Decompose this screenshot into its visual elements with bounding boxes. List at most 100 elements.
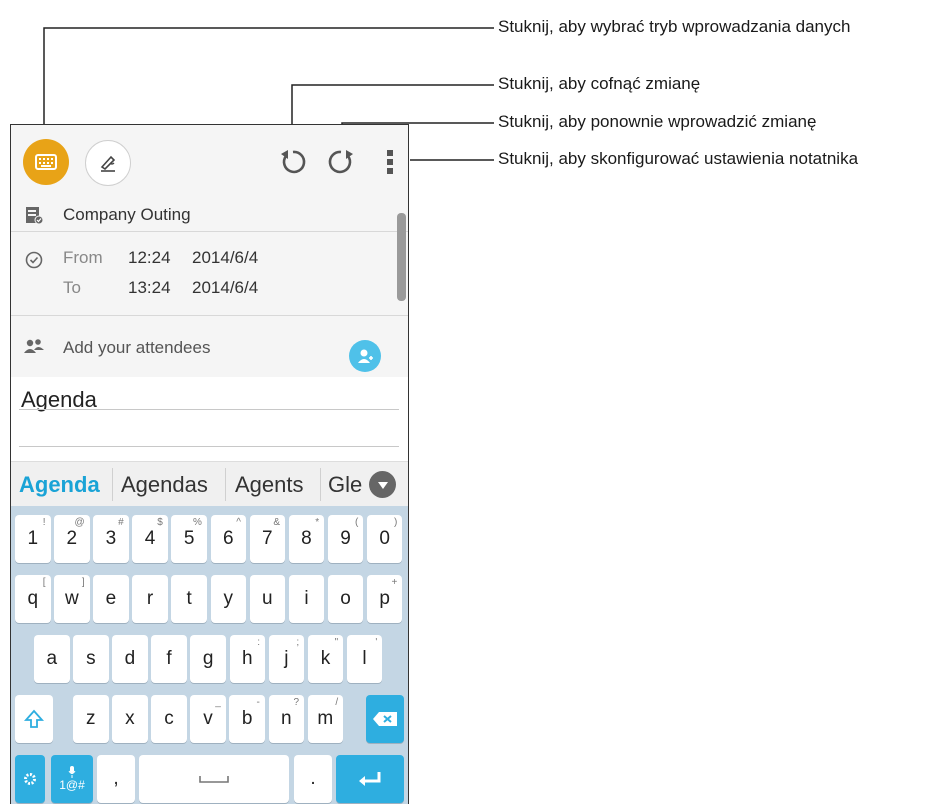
from-time[interactable]: 12:24 xyxy=(128,248,171,268)
backspace-key[interactable] xyxy=(366,695,404,743)
key-hint: @ xyxy=(74,517,85,528)
key-label: w xyxy=(64,588,79,609)
key-label: h xyxy=(241,648,253,669)
key-f[interactable]: f xyxy=(151,635,187,683)
undo-button[interactable] xyxy=(276,145,310,179)
key-h[interactable]: h: xyxy=(229,635,265,683)
enter-key[interactable] xyxy=(336,755,404,803)
key-label: n xyxy=(280,708,292,729)
more-options-button[interactable] xyxy=(379,145,401,179)
key-o[interactable]: o xyxy=(327,575,364,623)
space-key[interactable] xyxy=(139,755,289,803)
key-e[interactable]: e xyxy=(93,575,129,623)
divider xyxy=(112,468,113,501)
key-c[interactable]: c xyxy=(151,695,187,743)
from-date[interactable]: 2014/6/4 xyxy=(192,248,258,268)
key-4[interactable]: 4 $ xyxy=(132,515,168,563)
expand-suggestions-button[interactable] xyxy=(369,471,396,498)
handwriting-mode-button[interactable] xyxy=(85,140,131,186)
event-title-row[interactable]: Company Outing xyxy=(11,201,408,229)
key-p[interactable]: p + xyxy=(366,575,403,623)
key-6[interactable]: 6 ^ xyxy=(210,515,246,563)
notes-editor[interactable]: Agenda xyxy=(11,377,408,461)
suggestion-2[interactable]: Agendas xyxy=(121,462,208,507)
key-label: t xyxy=(186,588,192,609)
comma-key[interactable]: , xyxy=(97,755,135,803)
key-1[interactable]: 1! xyxy=(15,515,51,563)
keyboard-icon xyxy=(35,154,57,170)
key-r[interactable]: r xyxy=(132,575,168,623)
key-q[interactable]: q[ xyxy=(15,575,51,623)
attendees-input[interactable]: Add your attendees xyxy=(63,338,210,358)
from-label: From xyxy=(63,248,103,267)
symbols-label: 1@# xyxy=(59,778,85,792)
key-label: m xyxy=(317,708,334,729)
add-attendee-button[interactable] xyxy=(349,340,381,372)
key-hint: ? xyxy=(293,697,299,708)
key-t[interactable]: t xyxy=(171,575,207,623)
key-i[interactable]: i xyxy=(288,575,325,623)
key-j[interactable]: j; xyxy=(268,635,305,683)
key-label: f xyxy=(166,648,172,669)
key-label: j xyxy=(284,648,289,669)
key-v[interactable]: v _ xyxy=(190,695,226,743)
key-label: c xyxy=(164,708,174,729)
key-9[interactable]: 9( xyxy=(327,515,364,563)
to-time[interactable]: 13:24 xyxy=(128,278,171,298)
key-7[interactable]: 7 & xyxy=(249,515,286,563)
key-n[interactable]: n? xyxy=(268,695,304,743)
settings-key[interactable] xyxy=(15,755,45,803)
key-hint: _ xyxy=(215,697,221,708)
key-x[interactable]: x xyxy=(112,695,148,743)
key-hint: # xyxy=(118,517,124,528)
pen-icon xyxy=(100,155,116,172)
key-s[interactable]: s xyxy=(73,635,109,683)
key-label: 7 xyxy=(262,528,273,549)
key-label: 6 xyxy=(222,528,234,549)
key-hint: ! xyxy=(42,517,46,528)
key-0[interactable]: 0) xyxy=(366,515,403,563)
key-label: a xyxy=(46,648,58,669)
key-label: 3 xyxy=(105,528,117,549)
key-label: q xyxy=(27,588,39,609)
suggestion-1[interactable]: Agenda xyxy=(19,462,100,507)
event-title: Company Outing xyxy=(63,205,191,224)
suggestion-3[interactable]: Agents xyxy=(235,462,304,507)
key-k[interactable]: k " xyxy=(307,635,344,683)
keyboard: 1! 2 @3 #4 $5% 6 ^ 7 & 8 * 9(0) q[w] e r t y u i o p + asdfg… xyxy=(11,506,408,804)
scrollbar[interactable] xyxy=(397,213,406,301)
key-hint: [ xyxy=(42,577,46,588)
key-hint: ; xyxy=(296,637,300,648)
key-a[interactable]: a xyxy=(34,635,70,683)
note-line xyxy=(19,446,399,447)
keyboard-mode-button[interactable] xyxy=(23,139,69,185)
key-label: d xyxy=(124,648,136,669)
gear-icon xyxy=(24,773,36,785)
to-date[interactable]: 2014/6/4 xyxy=(192,278,258,298)
key-u[interactable]: u xyxy=(249,575,286,623)
key-g[interactable]: g xyxy=(190,635,226,683)
shift-key[interactable] xyxy=(15,695,53,743)
key-8[interactable]: 8 * xyxy=(288,515,325,563)
symbols-key[interactable]: 1@# xyxy=(51,755,93,803)
key-b[interactable]: b- xyxy=(229,695,265,743)
key-hint: ] xyxy=(81,577,85,588)
key-5[interactable]: 5% xyxy=(171,515,207,563)
period-key[interactable]: . xyxy=(294,755,332,803)
key-hint: * xyxy=(315,517,320,528)
key-d[interactable]: d xyxy=(112,635,148,683)
key-m[interactable]: m / xyxy=(307,695,344,743)
key-l[interactable]: l ' xyxy=(346,635,383,683)
suggestion-4[interactable]: Gle xyxy=(328,462,366,507)
key-2[interactable]: 2 @ xyxy=(54,515,90,563)
key-w[interactable]: w] xyxy=(54,575,90,623)
redo-icon xyxy=(328,150,353,174)
key-label: g xyxy=(202,648,214,669)
key-label: o xyxy=(340,588,351,609)
key-z[interactable]: z xyxy=(73,695,109,743)
key-y[interactable]: y xyxy=(210,575,246,623)
suggestion-bar: Agenda Agendas Agents Gle xyxy=(11,461,408,507)
key-3[interactable]: 3 # xyxy=(93,515,129,563)
redo-button[interactable] xyxy=(324,145,358,179)
key-label: p xyxy=(379,588,390,609)
